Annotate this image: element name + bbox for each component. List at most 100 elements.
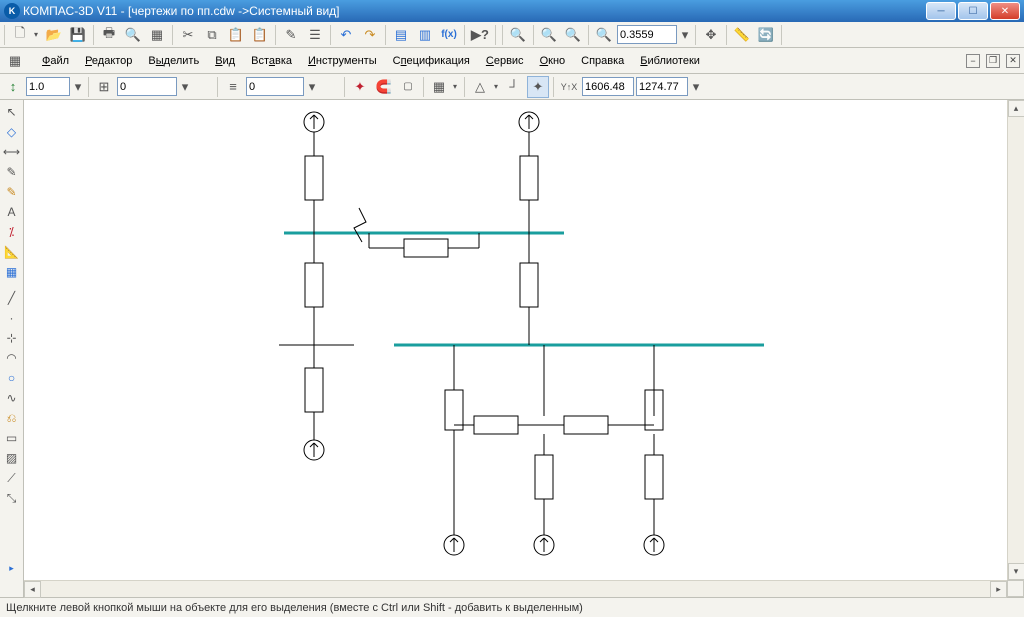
offset-tool-icon[interactable]: ⎌: [2, 408, 22, 428]
notation-tool-icon[interactable]: ✎: [2, 162, 22, 182]
clipboard-icon[interactable]: 📋: [249, 24, 271, 46]
param-tool-icon[interactable]: ⁒: [2, 222, 22, 242]
page-icon[interactable]: ▦: [146, 24, 168, 46]
state-icon[interactable]: ↕: [2, 76, 24, 98]
workarea: ↖ ◇ ⟷ ✎ ✎ A ⁒ 📐 ▦ ╱ · ⊹ ◠ ○ ∿ ⎌ ▭ ▨ ⟋ ⤡ …: [0, 100, 1024, 580]
menu-select[interactable]: Выделить: [144, 52, 203, 70]
scroll-right-button[interactable]: ▸: [990, 581, 1007, 598]
menu-spec[interactable]: Спецификация: [389, 52, 474, 70]
extend-tool-icon[interactable]: ⤡: [2, 488, 22, 508]
maximize-button[interactable]: ☐: [958, 2, 988, 20]
menu-window[interactable]: Окно: [536, 52, 570, 70]
fx-icon[interactable]: f(x): [438, 24, 460, 46]
brush-icon[interactable]: ✎: [280, 24, 302, 46]
measure-icon[interactable]: 📏: [731, 24, 753, 46]
geometry-tool-icon[interactable]: ◇: [2, 122, 22, 142]
local-cs-icon[interactable]: ✦: [527, 76, 549, 98]
coord-x-input[interactable]: [582, 77, 634, 96]
titlebar: K КОМПАС-3D V11 - [чертежи по пп.cdw ->С…: [0, 0, 1024, 22]
snap-near-icon[interactable]: △: [469, 76, 491, 98]
zoom-input[interactable]: [617, 25, 677, 44]
manager-icon[interactable]: ▤: [390, 24, 412, 46]
window-title: КОМПАС-3D V11 - [чертежи по пп.cdw ->Сис…: [23, 4, 926, 18]
horizontal-scrollbar[interactable]: ◂ ▸: [24, 580, 1007, 597]
menu-insert[interactable]: Вставка: [247, 52, 296, 70]
grid-icon[interactable]: ▦: [428, 76, 450, 98]
save-icon[interactable]: 💾: [67, 24, 89, 46]
dimensions-tool-icon[interactable]: ⟷: [2, 142, 22, 162]
measure-tool-icon[interactable]: 📐: [2, 242, 22, 262]
menu-libs[interactable]: Библиотеки: [636, 52, 704, 70]
scale-input[interactable]: [26, 77, 70, 96]
line-tool-icon[interactable]: ╱: [2, 288, 22, 308]
print-icon[interactable]: 🖶: [98, 24, 120, 46]
redo-icon[interactable]: ↷: [359, 24, 381, 46]
menu-help[interactable]: Справка: [577, 52, 628, 70]
paste-icon[interactable]: 📋: [225, 24, 247, 46]
trim-tool-icon[interactable]: ⟋: [2, 468, 22, 488]
circle-tool-icon[interactable]: ○: [2, 368, 22, 388]
chevron-down-icon[interactable]: ▾: [450, 76, 460, 98]
ortho-icon[interactable]: ┘: [503, 76, 525, 98]
ortho-lock-icon[interactable]: ▢: [397, 76, 419, 98]
rebuild-icon[interactable]: 🔄: [755, 24, 777, 46]
chevron-down-icon[interactable]: ▾: [306, 76, 318, 98]
zoom-out-icon[interactable]: 🔍: [562, 24, 584, 46]
point-tool-icon[interactable]: ·: [2, 308, 22, 328]
arc-tool-icon[interactable]: ◠: [2, 348, 22, 368]
mdi-minimize-button[interactable]: −: [966, 54, 980, 68]
select-tool-icon[interactable]: ↖: [2, 102, 22, 122]
rect-tool-icon[interactable]: ▭: [2, 428, 22, 448]
chevron-down-icon[interactable]: ▾: [690, 76, 702, 98]
layer-input[interactable]: [246, 77, 304, 96]
cut-icon[interactable]: ✂: [177, 24, 199, 46]
scroll-left-button[interactable]: ◂: [24, 581, 41, 598]
step-icon[interactable]: ⊞: [93, 76, 115, 98]
mdi-restore-button[interactable]: ❐: [986, 54, 1000, 68]
pan-icon[interactable]: ✥: [700, 24, 722, 46]
hatch-tool-icon[interactable]: ▨: [2, 448, 22, 468]
print-preview-icon[interactable]: 🔍: [122, 24, 144, 46]
coord-icon[interactable]: Y↑X: [558, 76, 580, 98]
step-input[interactable]: [117, 77, 177, 96]
scroll-down-button[interactable]: ▾: [1008, 563, 1024, 580]
menu-editor[interactable]: Редактор: [81, 52, 136, 70]
copy-icon[interactable]: ⧉: [201, 24, 223, 46]
axis-tool-icon[interactable]: ⊹: [2, 328, 22, 348]
text-tool-icon[interactable]: A: [2, 202, 22, 222]
vertical-scrollbar[interactable]: ▴ ▾: [1007, 100, 1024, 580]
spline-tool-icon[interactable]: ∿: [2, 388, 22, 408]
minimize-button[interactable]: ─: [926, 2, 956, 20]
drawing-canvas[interactable]: [24, 100, 1007, 580]
expand-icon[interactable]: ▸: [2, 558, 22, 578]
snap-point-icon[interactable]: ✦: [349, 76, 371, 98]
snap-magnet-icon[interactable]: 🧲: [373, 76, 395, 98]
new-doc-icon[interactable]: 🗋: [9, 24, 31, 46]
mdi-close-button[interactable]: ✕: [1006, 54, 1020, 68]
doc-icon[interactable]: ▦: [4, 50, 26, 72]
menu-service[interactable]: Сервис: [482, 52, 528, 70]
chevron-down-icon[interactable]: ▾: [179, 76, 191, 98]
properties-icon[interactable]: ☰: [304, 24, 326, 46]
zoom-window-icon[interactable]: 🔍: [593, 24, 615, 46]
help-icon[interactable]: ▶?: [469, 24, 491, 46]
scroll-up-button[interactable]: ▴: [1008, 100, 1024, 117]
chevron-down-icon[interactable]: ▾: [72, 76, 84, 98]
variables-icon[interactable]: ▥: [414, 24, 436, 46]
menu-tools[interactable]: Инструменты: [304, 52, 381, 70]
chevron-down-icon[interactable]: ▾: [679, 24, 691, 46]
close-button[interactable]: ✕: [990, 2, 1020, 20]
zoom-fit-icon[interactable]: 🔍: [507, 24, 529, 46]
coord-y-input[interactable]: [636, 77, 688, 96]
menu-file[interactable]: ФФайлайл: [38, 52, 73, 70]
chevron-down-icon[interactable]: ▾: [31, 24, 41, 46]
layer-icon[interactable]: ≡: [222, 76, 244, 98]
menubar: ▦ ФФайлайл Редактор Выделить Вид Вставка…: [0, 48, 1024, 74]
zoom-in-icon[interactable]: 🔍: [538, 24, 560, 46]
table-tool-icon[interactable]: ▦: [2, 262, 22, 282]
undo-icon[interactable]: ↶: [335, 24, 357, 46]
edit-tool-icon[interactable]: ✎: [2, 182, 22, 202]
chevron-down-icon[interactable]: ▾: [491, 76, 501, 98]
open-icon[interactable]: 📂: [43, 24, 65, 46]
menu-view[interactable]: Вид: [211, 52, 239, 70]
